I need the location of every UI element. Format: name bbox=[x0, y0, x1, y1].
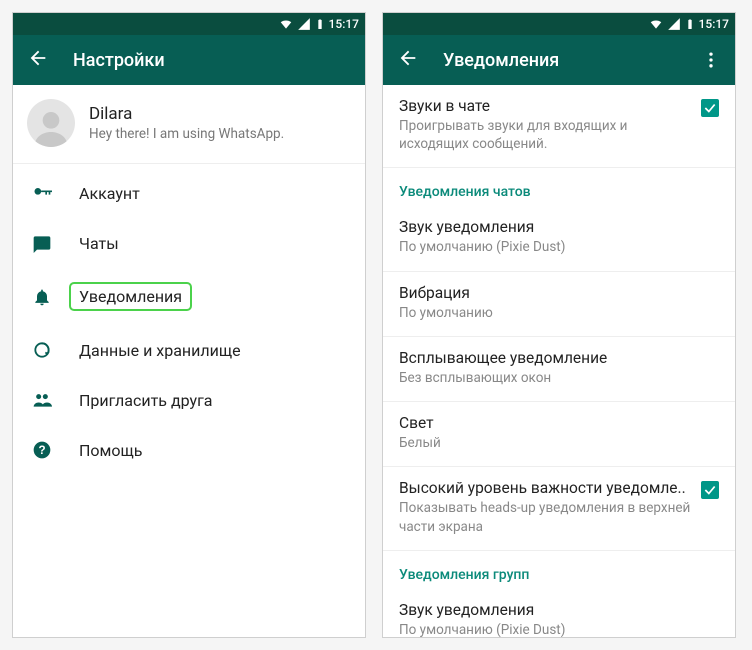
menu-item-key[interactable]: Аккаунт bbox=[13, 168, 365, 218]
data-icon bbox=[31, 339, 53, 361]
profile-status: Hey there! I am using WhatsApp. bbox=[89, 126, 284, 142]
menu-item-data[interactable]: Данные и хранилище bbox=[13, 325, 365, 375]
menu-item-label: Помощь bbox=[79, 441, 142, 460]
help-icon: ? bbox=[31, 439, 53, 461]
settings-content: Dilara Hey there! I am using WhatsApp. А… bbox=[13, 85, 365, 637]
setting-subtitle: Проигрывать звуки для входящих и исходящ… bbox=[399, 117, 691, 153]
back-icon[interactable] bbox=[27, 47, 49, 73]
setting-group-tone[interactable]: Звук уведомления По умолчанию (Pixie Dus… bbox=[383, 589, 735, 637]
setting-title: Звуки в чате bbox=[399, 97, 691, 115]
menu-item-label: Чаты bbox=[79, 234, 119, 253]
section-header-groups: Уведомления групп bbox=[383, 551, 735, 589]
avatar bbox=[27, 99, 75, 147]
menu-item-label: Пригласить друга bbox=[79, 391, 213, 410]
menu-item-label: Данные и хранилище bbox=[79, 341, 241, 360]
setting-light[interactable]: Свет Белый bbox=[383, 402, 735, 467]
setting-high-priority[interactable]: Высокий уровень важности уведомле.. Пока… bbox=[383, 467, 735, 550]
battery-icon bbox=[685, 17, 695, 31]
chat-icon bbox=[31, 232, 53, 254]
status-time: 15:17 bbox=[699, 17, 729, 31]
section-header-chats: Уведомления чатов bbox=[383, 168, 735, 206]
back-icon[interactable] bbox=[397, 47, 419, 73]
setting-title: Всплывающее уведомление bbox=[399, 349, 719, 367]
menu-item-help[interactable]: ? Помощь bbox=[13, 425, 365, 475]
app-bar: Настройки bbox=[13, 35, 365, 85]
setting-title: Высокий уровень важности уведомле.. bbox=[399, 479, 691, 497]
page-title: Настройки bbox=[73, 50, 351, 71]
more-icon[interactable] bbox=[701, 50, 721, 70]
settings-screen: 15:17 Настройки Dilara Hey there! I am u… bbox=[12, 12, 366, 638]
battery-icon bbox=[315, 17, 325, 31]
setting-subtitle: Без всплывающих окон bbox=[399, 369, 719, 387]
setting-vibrate[interactable]: Вибрация По умолчанию bbox=[383, 272, 735, 337]
notifications-screen: 15:17 Уведомления Звуки в чате Проигрыва… bbox=[382, 12, 736, 638]
profile-name: Dilara bbox=[89, 104, 284, 124]
signal-icon bbox=[667, 17, 681, 31]
profile-row[interactable]: Dilara Hey there! I am using WhatsApp. bbox=[13, 85, 365, 163]
setting-conversation-tones[interactable]: Звуки в чате Проигрывать звуки для входя… bbox=[383, 85, 735, 168]
signal-icon bbox=[297, 17, 311, 31]
menu-item-invite[interactable]: Пригласить друга bbox=[13, 375, 365, 425]
notifications-content: Звуки в чате Проигрывать звуки для входя… bbox=[383, 85, 735, 637]
menu-item-chat[interactable]: Чаты bbox=[13, 218, 365, 268]
setting-popup[interactable]: Всплывающее уведомление Без всплывающих … bbox=[383, 337, 735, 402]
setting-subtitle: По умолчанию bbox=[399, 304, 719, 322]
setting-title: Звук уведомления bbox=[399, 601, 719, 619]
setting-title: Звук уведомления bbox=[399, 218, 719, 236]
divider bbox=[13, 163, 365, 164]
status-bar: 15:17 bbox=[13, 13, 365, 35]
wifi-icon bbox=[649, 17, 663, 31]
bell-icon bbox=[31, 286, 53, 308]
status-bar: 15:17 bbox=[383, 13, 735, 35]
svg-text:?: ? bbox=[38, 444, 45, 457]
menu-item-label: Аккаунт bbox=[79, 184, 140, 203]
app-bar: Уведомления bbox=[383, 35, 735, 85]
setting-title: Свет bbox=[399, 414, 719, 432]
checkbox-checked-icon[interactable] bbox=[701, 481, 719, 499]
setting-subtitle: Белый bbox=[399, 434, 719, 452]
key-icon bbox=[31, 182, 53, 204]
setting-subtitle: По умолчанию (Pixie Dust) bbox=[399, 621, 719, 637]
setting-subtitle: Показывать heads-up уведомления в верхне… bbox=[399, 499, 691, 535]
page-title: Уведомления bbox=[443, 50, 677, 71]
status-time: 15:17 bbox=[329, 17, 359, 31]
setting-notification-tone[interactable]: Звук уведомления По умолчанию (Pixie Dus… bbox=[383, 206, 735, 271]
menu-item-bell[interactable]: Уведомления bbox=[13, 268, 365, 325]
setting-title: Вибрация bbox=[399, 284, 719, 302]
invite-icon bbox=[31, 389, 53, 411]
profile-text: Dilara Hey there! I am using WhatsApp. bbox=[89, 104, 284, 142]
checkbox-checked-icon[interactable] bbox=[701, 99, 719, 117]
setting-subtitle: По умолчанию (Pixie Dust) bbox=[399, 238, 719, 256]
menu-item-label: Уведомления bbox=[69, 282, 192, 311]
wifi-icon bbox=[279, 17, 293, 31]
